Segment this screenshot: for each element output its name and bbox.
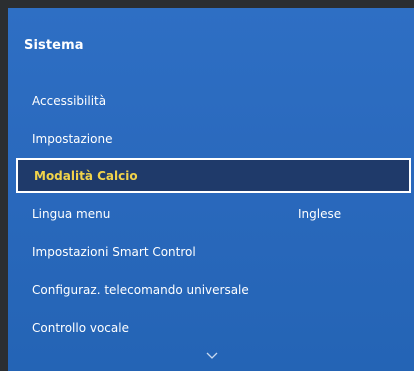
menu-item-lingua-menu[interactable]: Lingua menu Inglese <box>9 195 411 233</box>
menu-item-label: Accessibilità <box>32 94 107 108</box>
menu-item-label: Controllo vocale <box>32 321 129 335</box>
chevron-down-icon[interactable] <box>206 350 218 362</box>
menu-item-impostazioni-smart-control[interactable]: Impostazioni Smart Control <box>9 233 411 271</box>
menu-item-value: Inglese <box>298 207 342 221</box>
menu-item-label: Impostazione <box>32 132 113 146</box>
menu-item-impostazione[interactable]: Impostazione <box>9 120 411 158</box>
menu-item-accessibilita[interactable]: Accessibilità <box>9 82 411 120</box>
menu-item-controllo-vocale[interactable]: Controllo vocale <box>9 309 411 347</box>
menu-item-label: Lingua menu <box>32 207 111 221</box>
menu-item-label: Configuraz. telecomando universale <box>32 283 249 297</box>
menu-title: Sistema <box>24 38 84 53</box>
system-menu-list: Accessibilità Impostazione Modalità Calc… <box>9 82 411 347</box>
menu-item-modalita-calcio[interactable]: Modalità Calcio <box>16 158 411 193</box>
menu-item-configuraz-telecomando[interactable]: Configuraz. telecomando universale <box>9 271 411 309</box>
menu-item-label: Impostazioni Smart Control <box>32 245 196 259</box>
menu-item-label: Modalità Calcio <box>34 169 138 183</box>
